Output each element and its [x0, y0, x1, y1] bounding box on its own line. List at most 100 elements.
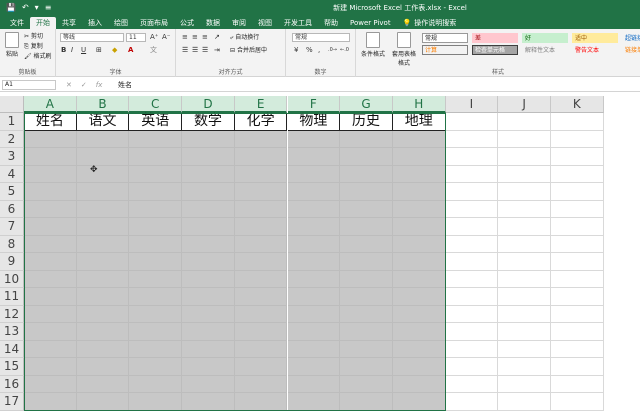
row-header-8[interactable]: 8 [0, 235, 24, 253]
column-header-b[interactable]: B [76, 96, 130, 113]
tab-10[interactable]: 开发工具 [278, 17, 318, 29]
format-as-table-button[interactable]: 套用表格格式 [390, 32, 418, 67]
cell-f11[interactable] [287, 288, 341, 306]
cell-h11[interactable] [392, 288, 446, 306]
cell-e12[interactable] [234, 305, 288, 323]
row-header-6[interactable]: 6 [0, 200, 24, 218]
cell-style-3[interactable]: 适中 [572, 33, 618, 43]
cell-b6[interactable] [76, 200, 130, 218]
cell-d3[interactable] [182, 148, 235, 166]
cell-g6[interactable] [340, 200, 393, 218]
cell-k10[interactable] [551, 270, 604, 288]
cell-d4[interactable] [182, 165, 235, 183]
cell-i3[interactable] [445, 148, 499, 166]
cell-style-5[interactable]: 计算 [422, 45, 468, 55]
cell-h16[interactable] [392, 375, 446, 393]
cell-b16[interactable] [76, 375, 130, 393]
grow-font-icon[interactable]: A⁺ [150, 33, 158, 42]
increase-decimal-icon[interactable]: .0→ [328, 46, 337, 55]
column-header-c[interactable]: C [129, 96, 183, 113]
merge-center-button[interactable]: ⊟ 合并后居中 [230, 46, 267, 55]
cell-c3[interactable] [129, 148, 183, 166]
column-header-a[interactable]: A [24, 96, 77, 113]
tab-6[interactable]: 公式 [174, 17, 200, 29]
cell-i9[interactable] [445, 253, 499, 271]
row-header-1[interactable]: 1 [0, 113, 24, 131]
cell-g4[interactable] [340, 165, 393, 183]
shrink-font-icon[interactable]: A⁻ [162, 33, 170, 42]
cell-e1[interactable]: 化学 [234, 113, 288, 131]
row-header-4[interactable]: 4 [0, 165, 24, 183]
cell-i10[interactable] [445, 270, 499, 288]
row-header-7[interactable]: 7 [0, 218, 24, 236]
cell-i12[interactable] [445, 305, 499, 323]
cell-c12[interactable] [129, 305, 183, 323]
cell-f4[interactable] [287, 165, 341, 183]
row-header-12[interactable]: 12 [0, 305, 24, 323]
tell-me-search[interactable]: 💡 操作说明搜索 [397, 17, 463, 29]
cell-j15[interactable] [498, 358, 551, 376]
cell-j10[interactable] [498, 270, 551, 288]
cell-a1[interactable]: 姓名 [24, 113, 77, 131]
column-header-k[interactable]: K [551, 96, 604, 113]
cell-e16[interactable] [234, 375, 288, 393]
cell-c8[interactable] [129, 235, 183, 253]
indent-icon[interactable]: ⇥ [214, 46, 220, 55]
cell-k14[interactable] [551, 340, 604, 358]
cell-a4[interactable] [24, 165, 77, 183]
cell-c15[interactable] [129, 358, 183, 376]
cell-d14[interactable] [182, 340, 235, 358]
cell-b5[interactable] [76, 183, 130, 201]
cell-e7[interactable] [234, 218, 288, 236]
tab-11[interactable]: 帮助 [318, 17, 344, 29]
cell-e17[interactable] [234, 393, 288, 411]
cell-d6[interactable] [182, 200, 235, 218]
row-header-17[interactable]: 17 [0, 393, 24, 411]
underline-button[interactable]: U [81, 46, 86, 55]
percent-button[interactable]: % [306, 46, 313, 55]
cell-f10[interactable] [287, 270, 341, 288]
cell-c2[interactable] [129, 130, 183, 148]
cell-c7[interactable] [129, 218, 183, 236]
row-header-11[interactable]: 11 [0, 288, 24, 306]
cell-f17[interactable] [287, 393, 341, 411]
cell-h3[interactable] [392, 148, 446, 166]
cell-k6[interactable] [551, 200, 604, 218]
cell-f9[interactable] [287, 253, 341, 271]
copy-button[interactable]: ⎘ 复制 [24, 42, 43, 51]
cell-f1[interactable]: 物理 [287, 113, 341, 131]
align-right-icon[interactable]: ☰ [202, 46, 208, 55]
font-color-button[interactable]: A [128, 46, 133, 55]
cell-c11[interactable] [129, 288, 183, 306]
cell-d2[interactable] [182, 130, 235, 148]
cell-c5[interactable] [129, 183, 183, 201]
cell-f2[interactable] [287, 130, 341, 148]
cell-j11[interactable] [498, 288, 551, 306]
cell-k3[interactable] [551, 148, 604, 166]
cell-i1[interactable] [445, 113, 499, 131]
cell-j7[interactable] [498, 218, 551, 236]
cell-b1[interactable]: 语文 [76, 113, 130, 131]
cell-e2[interactable] [234, 130, 288, 148]
cell-j13[interactable] [498, 323, 551, 341]
border-icon[interactable]: ⊞ [96, 46, 102, 55]
cell-k13[interactable] [551, 323, 604, 341]
cell-a6[interactable] [24, 200, 77, 218]
cell-b10[interactable] [76, 270, 130, 288]
cell-style-0[interactable]: 常规 [422, 33, 468, 43]
cell-b8[interactable] [76, 235, 130, 253]
cell-h7[interactable] [392, 218, 446, 236]
cell-style-9[interactable]: 链接单 [622, 45, 640, 55]
column-header-e[interactable]: E [234, 96, 288, 113]
cell-c17[interactable] [129, 393, 183, 411]
cell-g10[interactable] [340, 270, 393, 288]
cell-f8[interactable] [287, 235, 341, 253]
align-left-icon[interactable]: ☰ [182, 46, 188, 55]
row-header-15[interactable]: 15 [0, 358, 24, 376]
cell-j2[interactable] [498, 130, 551, 148]
enter-icon[interactable]: ✓ [81, 79, 87, 91]
column-header-h[interactable]: H [392, 96, 446, 113]
cell-c1[interactable]: 英语 [129, 113, 183, 131]
tab-8[interactable]: 审阅 [226, 17, 252, 29]
cell-j14[interactable] [498, 340, 551, 358]
